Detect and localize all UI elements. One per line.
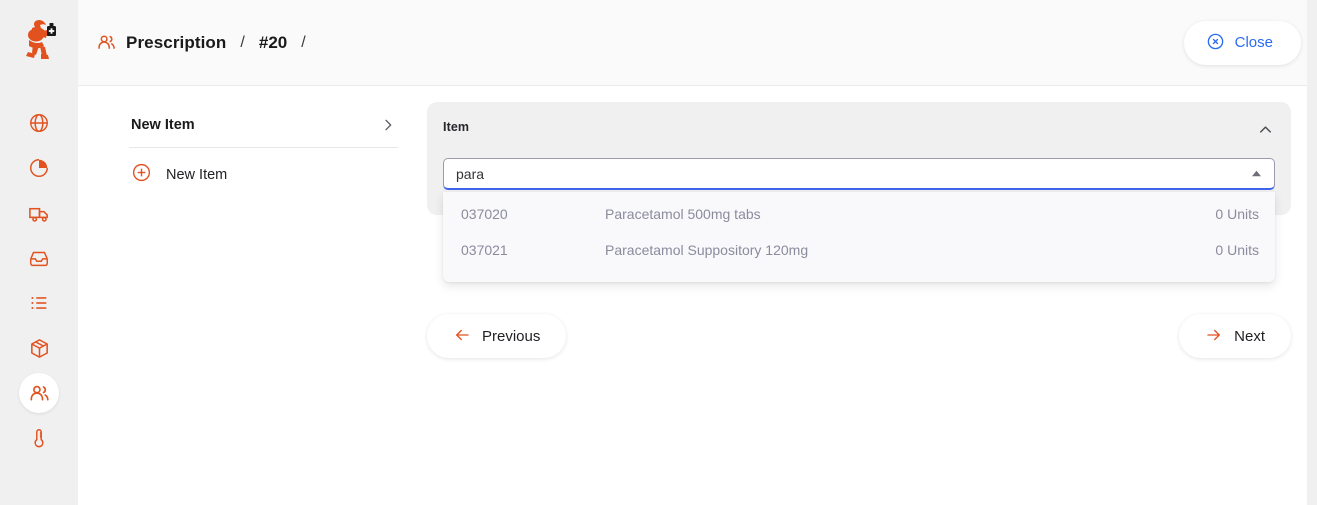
chevron-up-icon[interactable]	[1256, 120, 1275, 139]
item-units: 0 Units	[1215, 242, 1259, 258]
package-icon	[28, 337, 51, 360]
thermometer-icon	[28, 427, 50, 449]
item-list-panel: New Item New It	[104, 102, 415, 505]
next-button-label: Next	[1234, 328, 1265, 345]
sidebar-items	[0, 78, 78, 458]
item-card: Item	[427, 102, 1291, 215]
item-search-field[interactable]	[443, 158, 1275, 190]
sidebar-item-coldchain[interactable]	[19, 418, 59, 458]
arrow-right-icon	[1205, 326, 1223, 347]
item-list-header-label: New Item	[131, 117, 195, 133]
item-code: 037020	[461, 206, 605, 222]
item-dropdown-option[interactable]: 037020 Paracetamol 500mg tabs 0 Units	[443, 196, 1275, 232]
globe-icon	[28, 112, 50, 134]
new-item-row[interactable]: New Item	[129, 153, 398, 197]
sidebar-item-dispensary[interactable]	[19, 373, 59, 413]
chevron-right-icon	[380, 117, 396, 133]
app-root: Prescription / #20 / Close	[0, 0, 1317, 505]
close-button-label: Close	[1235, 34, 1273, 51]
sidebar-item-globe[interactable]	[19, 103, 59, 143]
breadcrumb-id: #20	[259, 33, 287, 53]
breadcrumb: Prescription / #20 /	[96, 32, 311, 53]
msupply-running-figure-logo	[0, 0, 78, 78]
item-dropdown-option[interactable]: 037021 Paracetamol Suppository 120mg 0 U…	[443, 232, 1275, 268]
content-area: Item	[415, 102, 1291, 505]
next-button[interactable]: Next	[1179, 314, 1291, 358]
close-button[interactable]: Close	[1184, 21, 1301, 65]
main-column: Prescription / #20 / Close	[78, 0, 1317, 505]
people-icon	[96, 32, 117, 53]
new-item-row-label: New Item	[166, 167, 227, 183]
item-units: 0 Units	[1215, 206, 1259, 222]
body-area: New Item New It	[78, 86, 1317, 505]
item-name: Paracetamol 500mg tabs	[605, 206, 1215, 222]
close-circle-icon	[1206, 32, 1225, 54]
app-header: Prescription / #20 / Close	[78, 0, 1317, 86]
sidebar-item-replenishment[interactable]	[19, 238, 59, 278]
item-card-label: Item	[443, 120, 469, 134]
previous-button-label: Previous	[482, 328, 540, 345]
pie-chart-icon	[28, 157, 50, 179]
sidebar-item-distribution[interactable]	[19, 193, 59, 233]
previous-button[interactable]: Previous	[427, 314, 566, 358]
sidebar	[0, 0, 78, 505]
right-edge-strip	[1307, 0, 1317, 505]
triangle-up-icon[interactable]	[1251, 169, 1264, 178]
item-list-header[interactable]: New Item	[129, 102, 398, 148]
wizard-navigation: Previous Next	[427, 314, 1291, 358]
inbox-icon	[28, 247, 50, 269]
item-combobox: 037020 Paracetamol 500mg tabs 0 Units 03…	[443, 158, 1275, 190]
item-name: Paracetamol Suppository 120mg	[605, 242, 1215, 258]
plus-circle-icon	[131, 162, 152, 188]
list-icon	[28, 292, 50, 314]
breadcrumb-separator-1: /	[235, 34, 249, 52]
sidebar-item-reports[interactable]	[19, 148, 59, 188]
arrow-left-icon	[453, 326, 471, 347]
breadcrumb-root[interactable]: Prescription	[126, 33, 226, 53]
people-icon	[28, 382, 51, 405]
breadcrumb-separator-2: /	[296, 34, 310, 52]
sidebar-item-inventory[interactable]	[19, 328, 59, 368]
sidebar-item-catalogue[interactable]	[19, 283, 59, 323]
item-search-input[interactable]	[456, 166, 1251, 182]
item-code: 037021	[461, 242, 605, 258]
item-card-header: Item	[443, 120, 1275, 142]
truck-icon	[28, 202, 51, 225]
item-dropdown-list: 037020 Paracetamol 500mg tabs 0 Units 03…	[443, 192, 1275, 282]
